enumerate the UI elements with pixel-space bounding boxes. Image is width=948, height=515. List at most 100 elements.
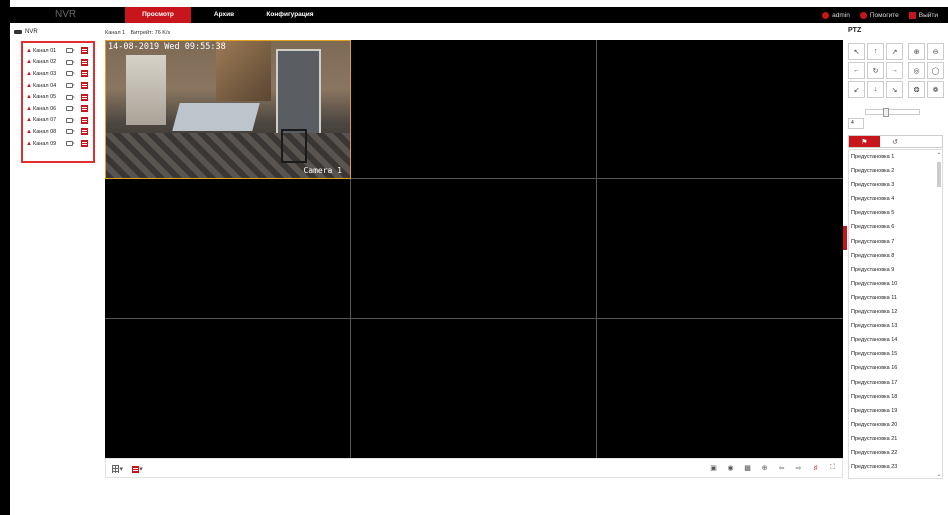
list-item[interactable]: Предустановка 5 — [849, 206, 942, 220]
tab-playback[interactable]: Архив — [191, 7, 257, 23]
record-icon[interactable] — [66, 141, 75, 147]
list-item[interactable]: Предустановка 13 — [849, 319, 942, 333]
list-item[interactable]: Предустановка 2 — [849, 164, 942, 178]
list-item[interactable]: Предустановка 6 — [849, 220, 942, 234]
record-icon[interactable] — [66, 48, 75, 54]
stream-icon[interactable] — [81, 82, 88, 90]
zoom-icon[interactable]: ⊕ — [759, 463, 770, 473]
list-item[interactable]: Предустановка 12 — [849, 305, 942, 319]
stream-icon[interactable] — [81, 93, 88, 101]
device-tree-root[interactable]: NVR — [14, 29, 38, 35]
channel-item[interactable]: ▲ Канал 04 — [26, 80, 93, 92]
iris-open-button[interactable]: ❂ — [908, 81, 925, 98]
fullscreen-icon[interactable]: ⛶ — [827, 463, 838, 473]
chevron-up-icon[interactable]: ⌃ — [936, 152, 942, 159]
stream-icon[interactable] — [81, 70, 88, 78]
channel-item[interactable]: ▲ Канал 01 — [26, 45, 93, 57]
list-item[interactable]: Предустановка 4 — [849, 192, 942, 206]
stream-icon[interactable] — [81, 140, 88, 148]
list-item[interactable]: Предустановка 19 — [849, 404, 942, 418]
video-tile-4[interactable] — [105, 179, 351, 319]
record-icon[interactable] — [66, 71, 75, 77]
video-tile-6[interactable] — [597, 179, 843, 319]
tab-pattern[interactable] — [910, 136, 941, 147]
user-menu[interactable]: admin — [822, 11, 850, 19]
pan-down-left-button[interactable]: ↙ — [848, 81, 865, 98]
stream-icon[interactable] — [81, 128, 88, 136]
record-all-icon[interactable]: ▩ — [742, 463, 753, 473]
channel-item[interactable]: ▲ Канал 06 — [26, 103, 93, 115]
list-item[interactable]: Предустановка 21 — [849, 432, 942, 446]
record-icon[interactable] — [66, 117, 75, 123]
list-item[interactable]: Предустановка 1 — [849, 150, 942, 164]
next-page-icon[interactable]: ⇨ — [793, 463, 804, 473]
zoom-in-button[interactable]: ⊕ — [908, 43, 925, 60]
preset-scrollbar[interactable]: ⌃ ⌄ — [936, 150, 942, 478]
list-item[interactable]: Предустановка 20 — [849, 418, 942, 432]
list-item[interactable]: Предустановка 8 — [849, 249, 942, 263]
record-icon[interactable] — [66, 83, 75, 89]
stream-type-button[interactable]: ▾ — [132, 464, 143, 474]
list-item[interactable]: Предустановка 14 — [849, 333, 942, 347]
focus-far-button[interactable]: ◯ — [927, 62, 944, 79]
channel-item[interactable]: ▲ Канал 07 — [26, 115, 93, 127]
pan-up-right-button[interactable]: ↗ — [886, 43, 903, 60]
tab-patrol[interactable]: ↺ — [880, 136, 911, 147]
pan-right-button[interactable]: → — [886, 62, 903, 79]
video-tile-7[interactable] — [105, 319, 351, 458]
stream-icon[interactable] — [81, 116, 88, 124]
stop-all-button[interactable]: ▣ — [708, 463, 719, 473]
record-icon[interactable] — [66, 106, 75, 112]
channel-item[interactable]: ▲ Канал 05 — [26, 91, 93, 103]
stream-icon[interactable] — [81, 58, 88, 66]
list-item[interactable]: Предустановка 7 — [849, 235, 942, 249]
ptz-speed-value[interactable]: 4 — [848, 118, 864, 129]
tab-configuration[interactable]: Конфигурация — [257, 7, 323, 23]
iris-close-button[interactable]: ❁ — [927, 81, 944, 98]
list-item[interactable]: Предустановка 9 — [849, 263, 942, 277]
layout-button[interactable]: ▾ — [112, 464, 123, 474]
list-item[interactable]: Предустановка 17 — [849, 376, 942, 390]
auto-scan-button[interactable]: ↻ — [867, 62, 884, 79]
channel-item[interactable]: ▲ Канал 03 — [26, 68, 93, 80]
slider-knob[interactable] — [883, 108, 889, 117]
pan-up-left-button[interactable]: ↖ — [848, 43, 865, 60]
list-item[interactable]: Предустановка 22 — [849, 446, 942, 460]
list-item[interactable]: Предустановка 23 — [849, 460, 942, 474]
focus-near-button[interactable]: ◎ — [908, 62, 925, 79]
channel-item[interactable]: ▲ Канал 08 — [26, 126, 93, 138]
record-icon[interactable] — [66, 94, 75, 100]
list-item[interactable]: Предустановка 18 — [849, 390, 942, 404]
scroll-thumb[interactable] — [937, 162, 941, 187]
pan-up-button[interactable]: ↑ — [867, 43, 884, 60]
channel-item[interactable]: ▲ Канал 02 — [26, 57, 93, 69]
ptz-speed-slider[interactable] — [865, 108, 920, 117]
list-item[interactable]: Предустановка 3 — [849, 178, 942, 192]
video-tile-8[interactable] — [351, 319, 597, 458]
logout-button[interactable]: Выйти — [908, 11, 938, 19]
video-tile-9[interactable] — [597, 319, 843, 458]
list-item[interactable]: Предустановка 15 — [849, 347, 942, 361]
zoom-out-button[interactable]: ⊖ — [927, 43, 944, 60]
video-tile-2[interactable] — [351, 40, 597, 179]
channel-item[interactable]: ▲ Канал 09 — [26, 138, 93, 150]
record-icon[interactable] — [66, 59, 75, 65]
tab-presets[interactable]: ⚑ — [849, 136, 880, 147]
video-tile-1[interactable]: 14-08-2019 Wed 09:55:38 Camera 1 — [105, 40, 351, 179]
capture-icon[interactable]: ◉ — [725, 463, 736, 473]
video-tile-3[interactable] — [597, 40, 843, 179]
record-icon[interactable] — [66, 129, 75, 135]
pan-down-right-button[interactable]: ↘ — [886, 81, 903, 98]
video-tile-5[interactable] — [351, 179, 597, 319]
list-item[interactable]: Предустановка 16 — [849, 361, 942, 375]
pan-left-button[interactable]: ← — [848, 62, 865, 79]
stream-icon[interactable] — [81, 47, 88, 55]
pan-down-button[interactable]: ↓ — [867, 81, 884, 98]
stream-icon[interactable] — [81, 105, 88, 113]
list-item[interactable]: Предустановка 10 — [849, 277, 942, 291]
audio-icon[interactable]: ♯ — [810, 463, 821, 473]
chevron-down-icon[interactable]: ⌄ — [936, 471, 942, 478]
prev-page-icon[interactable]: ⇦ — [776, 463, 787, 473]
help-button[interactable]: Помогите — [859, 11, 899, 19]
tab-live-view[interactable]: Просмотр — [125, 7, 191, 23]
